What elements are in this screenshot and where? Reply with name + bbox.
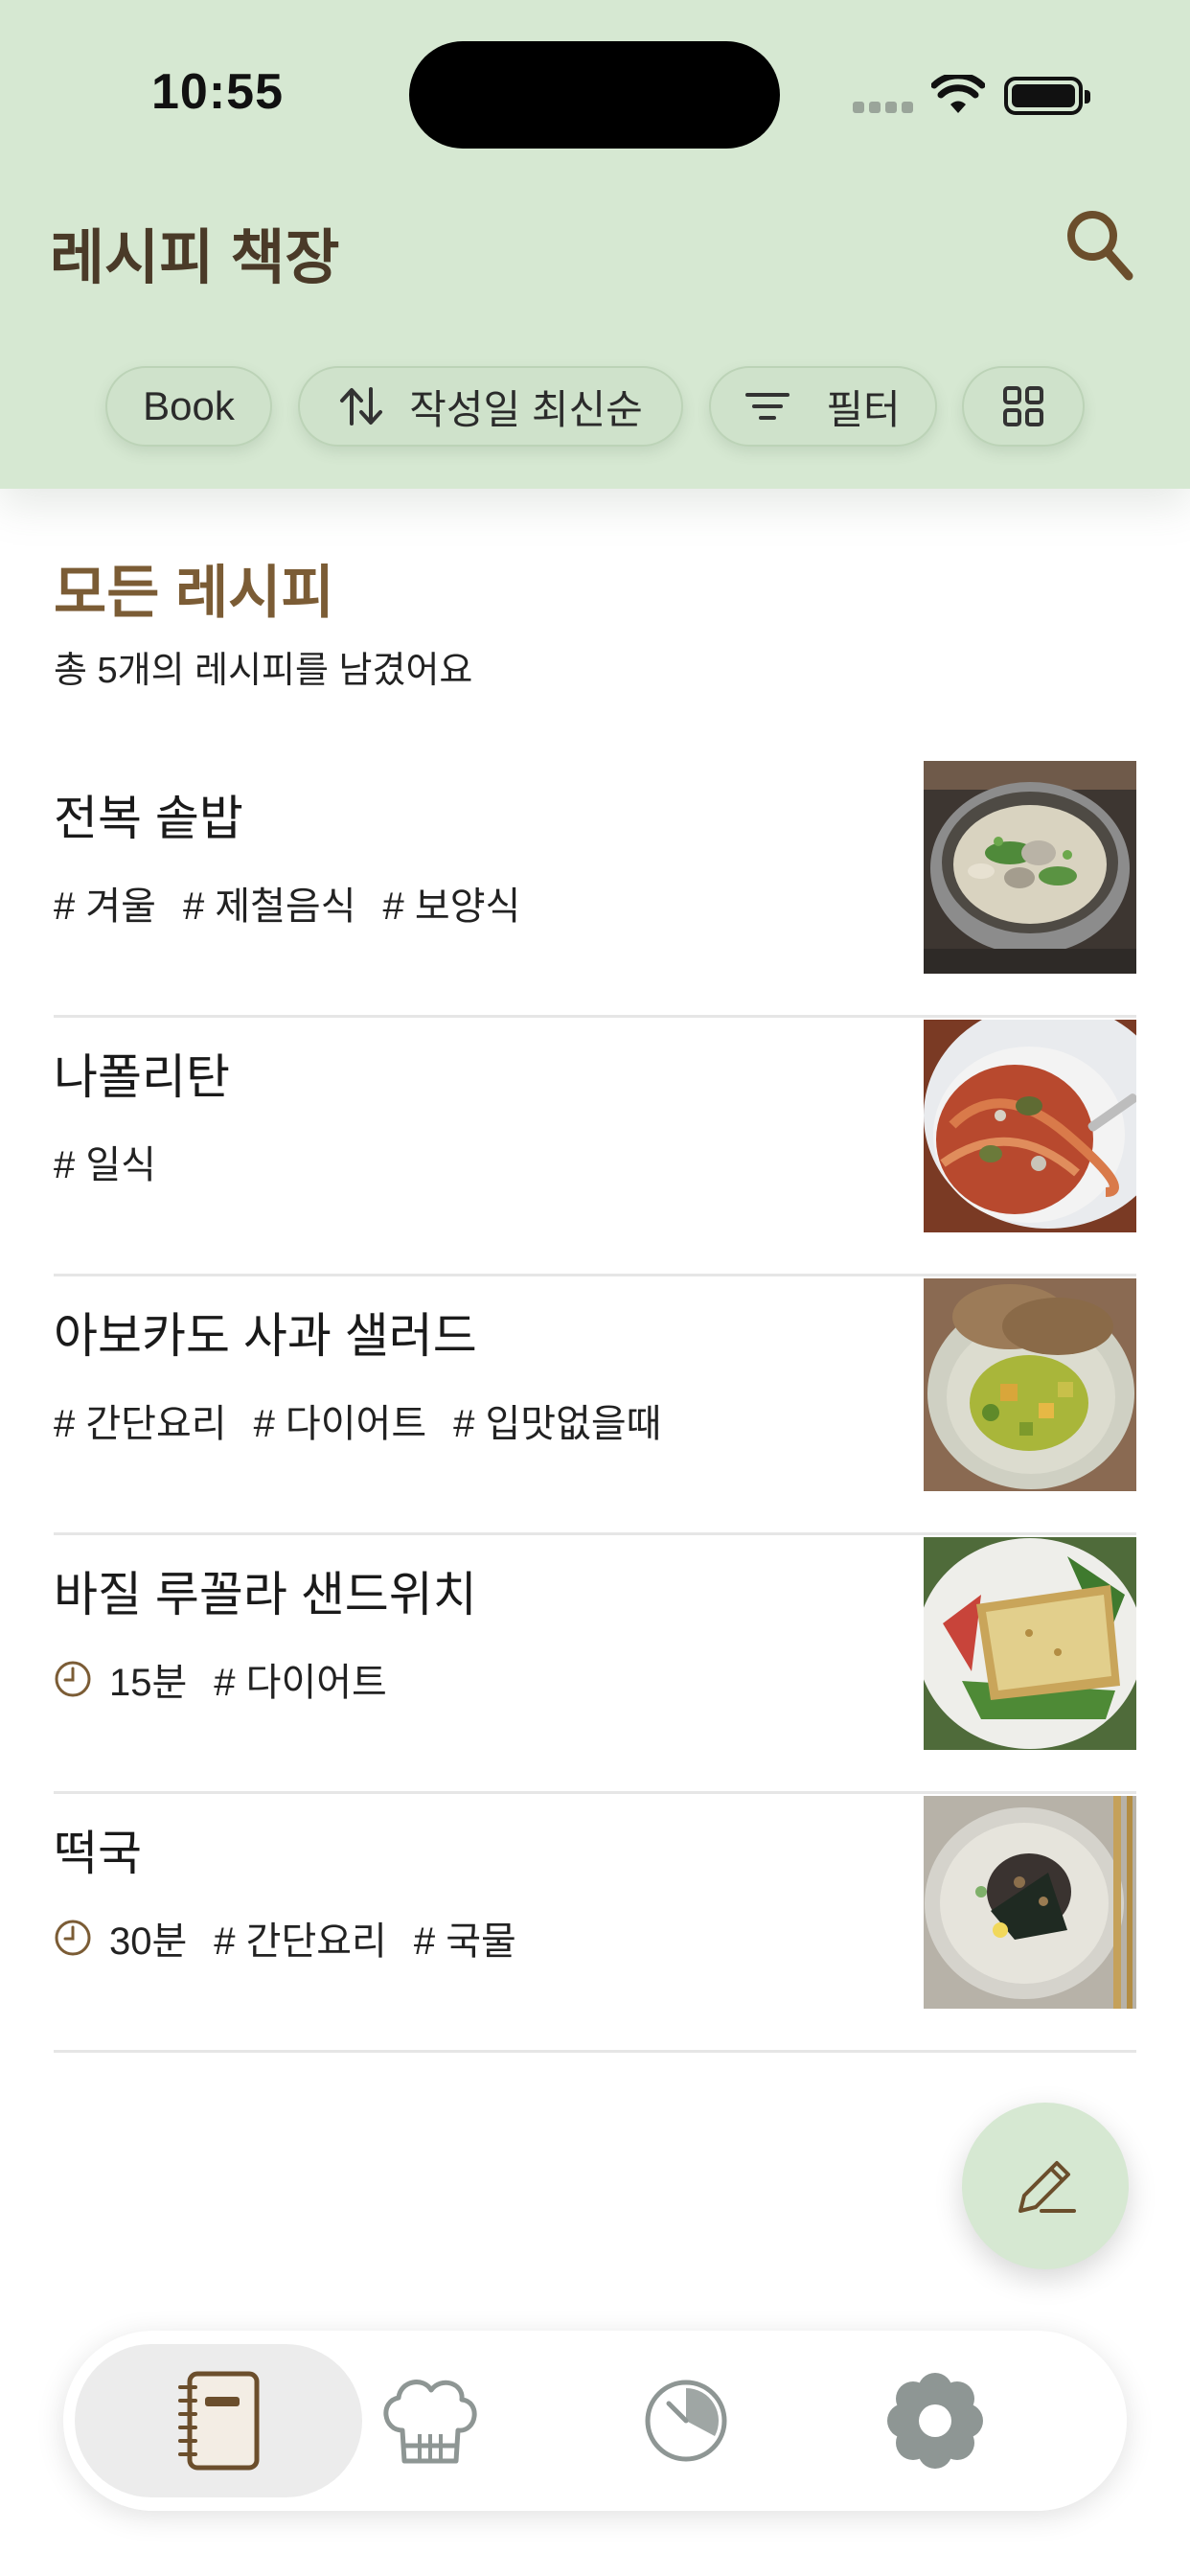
- recipe-tags: 30분 # 간단요리 # 국물: [54, 1913, 543, 1963]
- battery-icon: [1004, 77, 1090, 115]
- recipe-tag: # 간단요리: [214, 1920, 387, 1963]
- wifi-icon: [931, 75, 985, 113]
- filter-chip-row: Book 작성일 최신순 필터: [0, 366, 1190, 447]
- recipe-tags: 15분 # 다이어트: [54, 1654, 414, 1704]
- sort-chip[interactable]: 작성일 최신순: [298, 366, 683, 447]
- recipe-name: 떡국: [54, 1827, 142, 1880]
- settings-flower-icon: [887, 2373, 983, 2469]
- clock-icon: [55, 1661, 91, 1697]
- filter-chip[interactable]: 필터: [709, 366, 937, 447]
- recipe-tag: # 입맛없을때: [453, 1403, 662, 1445]
- recipe-tag: # 일식: [54, 1144, 156, 1186]
- recipe-tag: # 다이어트: [214, 1662, 387, 1704]
- recipe-time: 30분: [54, 1910, 187, 1966]
- recipe-tag: # 다이어트: [253, 1403, 427, 1445]
- section-subtitle: 총 5개의 레시피를 남겼어요: [54, 651, 473, 691]
- book-chip[interactable]: Book: [105, 366, 272, 447]
- search-icon[interactable]: [1064, 207, 1136, 284]
- recipe-name: 전복 솥밥: [54, 792, 243, 845]
- tab-timer[interactable]: [581, 2344, 791, 2497]
- recipe-tag: # 겨울: [54, 886, 156, 928]
- recipe-name: 아보카도 사과 샐러드: [54, 1309, 477, 1363]
- recipe-tag: # 간단요리: [54, 1403, 227, 1445]
- pencil-icon: [1018, 2161, 1076, 2213]
- status-time: 10:55: [151, 64, 284, 120]
- recipe-time-label: 30분: [109, 1920, 188, 1963]
- section-title: 모든 레시피: [54, 561, 334, 625]
- recipe-book-icon: [178, 2371, 260, 2471]
- grid-view-icon: [1003, 386, 1043, 426]
- recipe-shelf-screen: 10:55 레시피 책장 Book 작성일 최신순 필터 모든 레시피 총 5개…: [0, 0, 1190, 2576]
- sort-chip-label: 작성일 최신순: [409, 386, 643, 432]
- timer-icon: [645, 2380, 727, 2462]
- grid-view-chip[interactable]: [962, 366, 1085, 447]
- clock-icon: [55, 1920, 91, 1956]
- recipe-row[interactable]: 떡국 30분 # 간단요리 # 국물: [54, 1794, 1136, 2053]
- recipe-tag: # 국물: [413, 1920, 516, 1963]
- recipe-row[interactable]: 나폴리탄 # 일식: [54, 1018, 1136, 1276]
- sort-arrows-icon: [340, 387, 383, 426]
- write-recipe-button[interactable]: [962, 2103, 1129, 2269]
- recipe-tags: # 간단요리 # 다이어트 # 입맛없을때: [54, 1395, 688, 1445]
- tab-settings[interactable]: [830, 2344, 1041, 2497]
- cellular-signal-icon: [853, 102, 914, 115]
- recipe-row[interactable]: 바질 루꼴라 샌드위치 15분 # 다이어트: [54, 1535, 1136, 1794]
- filter-chip-label: 필터: [826, 386, 901, 432]
- recipe-time-label: 15분: [109, 1662, 188, 1704]
- filter-lines-icon: [745, 393, 790, 420]
- tab-recipe-book[interactable]: [75, 2344, 362, 2497]
- page-title: 레시피 책장: [50, 225, 340, 291]
- recipe-row[interactable]: 전복 솥밥 # 겨울 # 제철음식 # 보양식: [54, 759, 1136, 1018]
- chef-hat-icon: [383, 2380, 477, 2464]
- recipe-time: 15분: [54, 1651, 187, 1707]
- recipe-photo: [924, 1020, 1136, 1232]
- book-chip-label: Book: [143, 383, 235, 428]
- dynamic-island: [409, 41, 780, 149]
- recipe-tag: # 보양식: [382, 886, 521, 928]
- recipe-photo: [924, 761, 1136, 974]
- recipe-photo: [924, 1796, 1136, 2009]
- recipe-row[interactable]: 아보카도 사과 샐러드 # 간단요리 # 다이어트 # 입맛없을때: [54, 1276, 1136, 1535]
- tab-cooking[interactable]: [324, 2344, 535, 2497]
- recipe-tag: # 제철음식: [182, 886, 356, 928]
- recipe-photo: [924, 1278, 1136, 1491]
- bottom-tab-bar: [63, 2331, 1127, 2511]
- recipe-tags: # 일식: [54, 1137, 183, 1186]
- recipe-photo: [924, 1537, 1136, 1750]
- recipe-name: 바질 루꼴라 샌드위치: [54, 1568, 477, 1622]
- header: 10:55 레시피 책장 Book 작성일 최신순 필터: [0, 0, 1190, 489]
- recipe-name: 나폴리탄: [54, 1050, 230, 1104]
- recipe-tags: # 겨울 # 제철음식 # 보양식: [54, 878, 547, 928]
